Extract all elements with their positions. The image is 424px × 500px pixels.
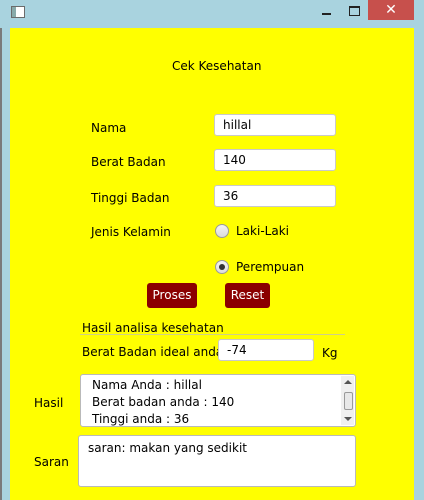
name-label: Nama [91, 121, 127, 135]
ideal-weight-output[interactable]: -74 [218, 339, 314, 361]
weight-input[interactable]: 140 [214, 149, 336, 171]
title-bar: ✕ [0, 0, 424, 28]
hasil-line-weight: Berat badan anda : 140 [92, 395, 235, 409]
ideal-weight-unit: Kg [322, 346, 338, 360]
hasil-scrollbar[interactable] [341, 376, 354, 425]
minimize-button[interactable] [312, 0, 340, 20]
reset-button[interactable]: Reset [225, 283, 270, 308]
hasil-textarea[interactable]: Nama Anda : hillal Berat badan anda : 14… [80, 374, 356, 427]
radio-circle-laki[interactable] [215, 224, 229, 238]
maximize-button[interactable] [340, 0, 368, 20]
saran-textarea[interactable]: saran: makan yang sedikit [78, 435, 356, 487]
result-separator [80, 334, 345, 335]
app-window-icon [11, 6, 25, 18]
process-button[interactable]: Proses [147, 283, 197, 308]
radio-label-perempuan: Perempuan [236, 260, 305, 274]
scroll-thumb[interactable] [344, 392, 353, 410]
result-section-title: Hasil analisa kesehatan [82, 321, 224, 335]
height-label: Tinggi Badan [91, 191, 170, 205]
hasil-label: Hasil [34, 396, 64, 410]
left-edge [0, 28, 2, 500]
scroll-down-icon[interactable] [344, 417, 352, 421]
radio-label-laki: Laki-Laki [236, 224, 289, 238]
saran-label: Saran [34, 455, 69, 469]
weight-label: Berat Badan [91, 155, 166, 169]
saran-text: saran: makan yang sedikit [88, 441, 247, 455]
hasil-line-name: Nama Anda : hillal [92, 378, 202, 392]
height-input[interactable]: 36 [214, 185, 336, 207]
radio-circle-perempuan[interactable] [215, 260, 229, 274]
form-title: Cek Kesehatan [172, 59, 262, 73]
name-input[interactable]: hillal [214, 114, 336, 136]
ideal-weight-label: Berat Badan ideal anda [82, 345, 224, 359]
main-panel: Cek Kesehatan Nama hillal Berat Badan 14… [10, 28, 414, 500]
scroll-up-icon[interactable] [344, 380, 352, 384]
gender-label: Jenis Kelamin [91, 225, 171, 239]
hasil-line-height: Tinggi anda : 36 [92, 412, 190, 426]
close-button[interactable]: ✕ [368, 0, 414, 20]
